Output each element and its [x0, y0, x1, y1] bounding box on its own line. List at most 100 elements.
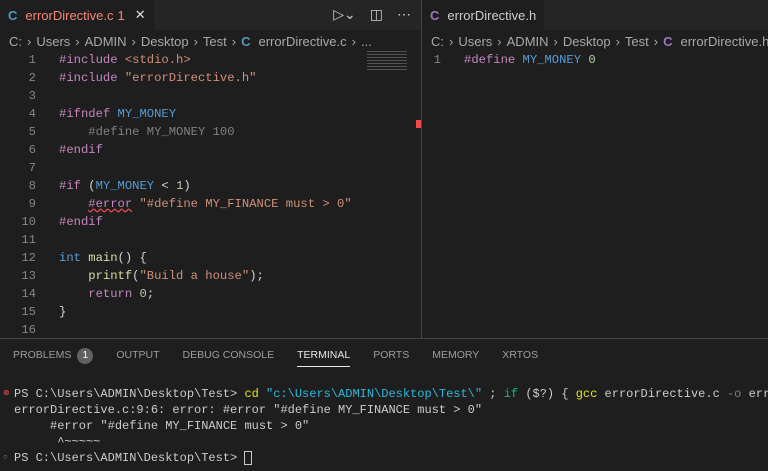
code-token: return	[88, 287, 133, 301]
code-token: #if	[59, 179, 89, 193]
c-file-icon: C	[8, 7, 18, 23]
breadcrumb-item[interactable]: ADMIN	[85, 34, 127, 49]
error-squiggle-token: #error	[88, 197, 133, 211]
breadcrumb-file[interactable]: errorDirective.c	[259, 34, 347, 49]
code-token: ;	[146, 287, 155, 301]
code-token: #define	[464, 53, 523, 67]
breadcrumb-item[interactable]: Test	[625, 34, 649, 49]
tab-terminal[interactable]: TERMINAL	[297, 339, 351, 371]
chevron-right-icon: ›	[131, 33, 136, 49]
code-line: 2 #include "errorDirective.h"	[0, 69, 421, 87]
split-editor-icon[interactable]: ◫	[370, 6, 383, 23]
line-text: }	[59, 303, 66, 321]
minimap[interactable]	[367, 51, 407, 71]
code-token: "errorDirective.h"	[124, 71, 257, 85]
breadcrumb-more[interactable]: ...	[361, 34, 372, 49]
terminal-line: ○ PS C:\Users\ADMIN\Desktop\Test>	[0, 450, 768, 466]
terminal-text: errorDirective.c:9:6: error: #error "#de…	[14, 403, 483, 417]
code-token: MY_MONEY	[117, 107, 177, 121]
line-number: 15	[21, 305, 36, 319]
code-token: "Build a house"	[139, 269, 250, 283]
code-token: }	[59, 305, 67, 319]
line-number: 7	[28, 161, 36, 175]
code-token: printf	[88, 269, 133, 283]
code-line: 12 int main() {	[0, 249, 421, 267]
tab-label: PROBLEMS	[13, 349, 72, 361]
breadcrumb-item[interactable]: Test	[203, 34, 227, 49]
file-icon: C	[663, 33, 673, 49]
tab-xrtos[interactable]: XRTOS	[502, 339, 538, 371]
right-tab-bar: C errorDirective.h	[422, 0, 768, 30]
terminal-text: #error "#define MY_FINANCE must > 0"	[14, 419, 310, 433]
chevron-right-icon: ›	[231, 33, 237, 49]
line-text: #include <stdio.h>	[59, 51, 191, 69]
bottom-panel: PROBLEMS 1 OUTPUT DEBUG CONSOLE TERMINAL PORT…	[0, 338, 768, 471]
chevron-right-icon: ›	[75, 33, 80, 49]
breadcrumb: C: › Users › ADMIN › Desktop › Test › CerrorDirect…	[422, 30, 768, 52]
breadcrumb-item[interactable]: C:	[431, 34, 444, 49]
left-editor-group: C errorDirective.c 1 ✕ ▷⌄ ◫ ⋯ C: › Users › A…	[0, 0, 421, 338]
problem-count: 1	[117, 7, 125, 23]
line-number: 4	[28, 107, 36, 121]
breadcrumb-file[interactable]: errorDirective.h	[681, 34, 768, 49]
code-line: 1 #define MY_MONEY 0	[405, 51, 768, 69]
code-token: )	[183, 179, 191, 193]
breadcrumb-item[interactable]: ADMIN	[507, 34, 549, 49]
terminal-text: PS C:\Users\ADMIN\Desktop\Test>	[14, 387, 245, 401]
breadcrumb-item[interactable]: Desktop	[141, 34, 189, 49]
line-number: 9	[28, 197, 36, 211]
line-number: 13	[21, 269, 36, 283]
code-line: 8 #if (MY_MONEY < 1)	[0, 177, 421, 195]
panel-tabs: PROBLEMS 1 OUTPUT DEBUG CONSOLE TERMINAL PORT…	[0, 339, 768, 371]
code-token: #endif	[59, 215, 103, 229]
code-line: 5 #define MY_MONEY 100	[0, 123, 421, 141]
tab-errordirective-h[interactable]: C errorDirective.h	[422, 0, 545, 30]
terminal-text: gcc	[575, 387, 605, 401]
code-line: 7	[0, 159, 421, 177]
line-number: 6	[28, 143, 36, 157]
breadcrumb-item[interactable]: C:	[9, 34, 22, 49]
breadcrumb-item[interactable]: Users	[36, 34, 70, 49]
tab-memory[interactable]: MEMORY	[432, 339, 479, 371]
line-text: return 0;	[59, 285, 154, 303]
code-token: () {	[117, 251, 147, 265]
code-token: (	[88, 179, 96, 193]
tab-debug-console[interactable]: DEBUG CONSOLE	[183, 339, 275, 371]
terminal[interactable]: ⊗ PS C:\Users\ADMIN\Desktop\Test> cd "c:\…	[0, 386, 768, 466]
close-tab-icon[interactable]: ✕	[135, 7, 146, 23]
more-actions-icon[interactable]: ⋯	[397, 6, 411, 23]
terminal-text: ;	[482, 387, 504, 401]
line-number: 2	[28, 71, 36, 85]
terminal-text: -o	[726, 387, 749, 401]
tab-errordirective-c[interactable]: C errorDirective.c 1 ✕	[0, 0, 154, 30]
tab-problems[interactable]: PROBLEMS 1	[13, 339, 94, 371]
success-status-icon: ○	[3, 453, 8, 462]
line-number: 8	[28, 179, 36, 193]
code-line: 3	[0, 87, 421, 105]
breadcrumb-item[interactable]: Users	[458, 34, 492, 49]
chevron-right-icon: ›	[553, 33, 558, 49]
problems-badge: 1	[77, 348, 94, 364]
breadcrumb-item[interactable]: Desktop	[563, 34, 611, 49]
line-text: #define MY_MONEY 0	[464, 51, 596, 69]
code-editor[interactable]: 1 #include <stdio.h> 2 #include "errorDirec…	[0, 51, 421, 339]
terminal-line: ⊗ PS C:\Users\ADMIN\Desktop\Test> cd "c:\…	[0, 386, 768, 402]
terminal-line: #error "#define MY_FINANCE must > 0"	[0, 418, 768, 434]
code-token: #endif	[59, 143, 103, 157]
run-debug-icon[interactable]: ▷⌄	[333, 6, 356, 23]
line-number: 5	[28, 125, 36, 139]
chevron-right-icon: ›	[449, 33, 454, 49]
code-line: 15}	[0, 303, 421, 321]
tab-label: errorDirective.c	[25, 7, 114, 23]
terminal-text: ($?) {	[525, 387, 576, 401]
tab-label: OUTPUT	[116, 349, 160, 361]
tab-output[interactable]: OUTPUT	[116, 339, 159, 371]
tab-ports[interactable]: PORTS	[373, 339, 409, 371]
line-number: 16	[21, 323, 36, 337]
code-token: <	[154, 179, 177, 193]
code-editor[interactable]: 1 #define MY_MONEY 0	[405, 51, 768, 69]
h-file-icon: C	[430, 7, 440, 23]
terminal-text: if	[503, 387, 526, 401]
